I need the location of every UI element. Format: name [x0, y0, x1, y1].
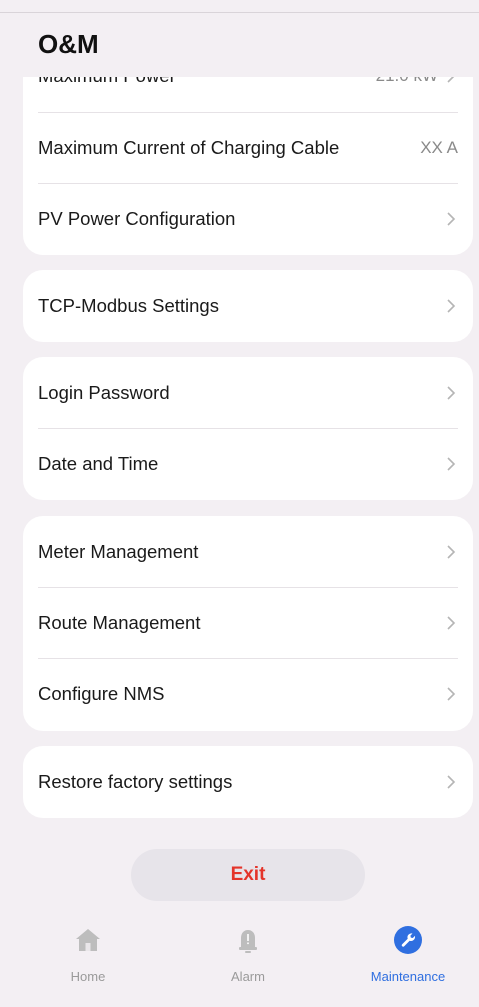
- settings-card-system: Login Password Date and Time: [23, 357, 473, 500]
- settings-row-tcp-modbus[interactable]: TCP-Modbus Settings: [38, 270, 458, 342]
- settings-card-factory: Restore factory settings: [23, 746, 473, 818]
- settings-row-meter-management[interactable]: Meter Management: [38, 516, 458, 588]
- chevron-right-icon: [447, 545, 456, 559]
- alarm-bell-icon: [239, 930, 257, 953]
- tab-maintenance-label: Maintenance: [370, 969, 446, 984]
- row-label: Route Management: [38, 612, 201, 633]
- settings-row-login-password[interactable]: Login Password: [38, 357, 458, 429]
- row-label: Meter Management: [38, 541, 199, 562]
- tab-alarm-label: Alarm: [231, 969, 265, 984]
- settings-row-date-time[interactable]: Date and Time: [38, 428, 458, 500]
- chevron-right-icon: [447, 775, 456, 789]
- page-title: O&M: [38, 29, 99, 59]
- tab-home-label: Home: [70, 969, 106, 984]
- settings-scroll-area[interactable]: Maximum Power 21.0 kW Maximum Current of…: [0, 0, 479, 910]
- page-header: O&M: [0, 13, 479, 77]
- wrench-icon: [394, 926, 422, 954]
- row-label: Date and Time: [38, 453, 159, 474]
- chevron-right-icon: [447, 687, 456, 701]
- settings-card-management: Meter Management Route Management Config…: [23, 516, 473, 731]
- settings-row-route-management[interactable]: Route Management: [38, 587, 458, 659]
- bottom-tab-bar: Home Alarm Maintenance: [0, 910, 479, 1007]
- exit-button[interactable]: Exit: [131, 849, 365, 901]
- row-label: TCP-Modbus Settings: [38, 295, 219, 316]
- row-label: Login Password: [38, 382, 170, 403]
- row-label: Restore factory settings: [38, 771, 233, 792]
- chevron-right-icon: [447, 299, 456, 313]
- row-value: XX A: [420, 138, 458, 157]
- settings-card-communication: TCP-Modbus Settings: [23, 270, 473, 342]
- exit-button-label: Exit: [230, 864, 266, 885]
- settings-row-pv-power-configuration[interactable]: PV Power Configuration: [38, 183, 458, 255]
- tab-alarm[interactable]: Alarm: [168, 910, 328, 1007]
- chevron-right-icon: [447, 386, 456, 400]
- row-label: Configure NMS: [38, 683, 165, 704]
- settings-row-max-current-cable[interactable]: Maximum Current of Charging Cable XX A: [38, 112, 458, 184]
- tab-home[interactable]: Home: [8, 910, 168, 1007]
- chevron-right-icon: [447, 616, 456, 630]
- settings-row-configure-nms[interactable]: Configure NMS: [38, 658, 458, 730]
- settings-row-restore-factory[interactable]: Restore factory settings: [38, 746, 458, 818]
- tab-maintenance[interactable]: Maintenance: [328, 910, 479, 1007]
- row-label: PV Power Configuration: [38, 208, 236, 229]
- row-label: Maximum Current of Charging Cable: [38, 137, 340, 158]
- chevron-right-icon: [447, 212, 456, 226]
- home-icon: [76, 929, 100, 951]
- chevron-right-icon: [447, 457, 456, 471]
